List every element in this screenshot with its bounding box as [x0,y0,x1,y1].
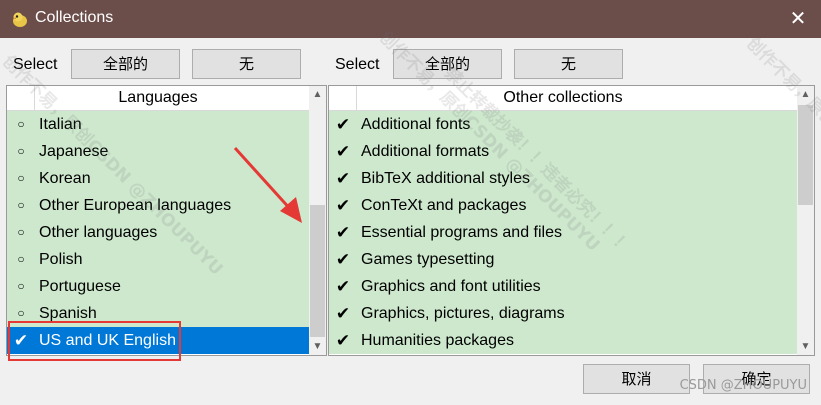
checkmark-icon[interactable]: ✔ [334,273,352,300]
red-arrow-annotation [233,146,302,223]
scroll-thumb[interactable] [310,205,325,337]
list-item[interactable]: ○ Polish [7,246,309,273]
column-separator [356,86,357,110]
scroll-thumb[interactable] [798,105,813,205]
list-item[interactable]: ✔ Graphics, pictures, diagrams [329,300,797,327]
list-item-label: Games typesetting [361,251,495,268]
list-item-label: Graphics and font utilities [361,278,541,295]
circle-icon[interactable]: ○ [12,246,30,273]
list-item[interactable]: ○ Portuguese [7,273,309,300]
window-title: Collections [35,9,114,26]
list-item[interactable]: ○ Italian [7,111,309,138]
list-item[interactable]: ✔ Additional fonts [329,111,797,138]
duck-app-icon [13,12,27,27]
csdn-watermark: CSDN @ZHOUPUYU [679,378,807,393]
scroll-down-arrow-icon[interactable]: ▼ [797,338,814,355]
other-collections-rows: ✔ Additional fonts ✔ Additional formats ✔ Bib… [329,111,797,354]
scroll-down-arrow-icon[interactable]: ▼ [309,338,326,355]
list-item-label: BibTeX additional styles [361,170,530,187]
list-item[interactable]: ✔ Additional formats [329,138,797,165]
other-collections-list[interactable]: Other collections ✔ Additional fonts ✔ Addi… [328,85,815,356]
left-select-all-button[interactable]: 全部的 [71,49,180,79]
checkmark-icon[interactable]: ✔ [334,165,352,192]
checkmark-icon[interactable]: ✔ [334,111,352,138]
other-collections-header[interactable]: Other collections [329,86,797,111]
left-select-label: Select [13,56,58,73]
right-select-all-button[interactable]: 全部的 [393,49,502,79]
column-separator [34,86,35,110]
list-item[interactable]: ✔ Games typesetting [329,246,797,273]
languages-header-label: Languages [118,89,198,106]
circle-icon[interactable]: ○ [12,273,30,300]
list-item[interactable]: ✔ Humanities packages [329,327,797,354]
list-item-label: Additional formats [361,143,490,160]
other-collections-header-label: Other collections [503,89,623,106]
checkmark-icon[interactable]: ✔ [334,300,352,327]
list-item-label: Portuguese [39,278,121,295]
left-select-none-button[interactable]: 无 [192,49,301,79]
scroll-up-arrow-icon[interactable]: ▲ [797,86,814,103]
circle-icon[interactable]: ○ [12,138,30,165]
red-highlight-box [8,321,181,361]
title-bar: Collections ✕ [0,0,821,38]
list-item[interactable]: ✔ ConTeXt and packages [329,192,797,219]
checkmark-icon[interactable]: ✔ [334,192,352,219]
checkmark-icon[interactable]: ✔ [334,219,352,246]
list-item-label: Korean [39,170,91,187]
circle-icon[interactable]: ○ [12,192,30,219]
languages-scrollbar[interactable]: ▲ ▼ [309,86,326,355]
close-icon: ✕ [789,8,807,30]
circle-icon[interactable]: ○ [12,165,30,192]
scroll-up-arrow-icon[interactable]: ▲ [309,86,326,103]
list-item-label: Additional fonts [361,116,471,133]
other-collections-scrollbar[interactable]: ▲ ▼ [797,86,814,355]
languages-header[interactable]: Languages [7,86,309,111]
list-item-label: Other European languages [39,197,232,214]
checkmark-icon[interactable]: ✔ [334,246,352,273]
list-item-label: Graphics, pictures, diagrams [361,305,565,322]
list-item-label: ConTeXt and packages [361,197,527,214]
list-item-label: Italian [39,116,82,133]
circle-icon[interactable]: ○ [12,219,30,246]
right-select-label: Select [335,56,380,73]
list-item[interactable]: ✔ BibTeX additional styles [329,165,797,192]
list-item[interactable]: ✔ Essential programs and files [329,219,797,246]
list-item-label: Essential programs and files [361,224,562,241]
list-item[interactable]: ✔ Graphics and font utilities [329,273,797,300]
list-item-label: Other languages [39,224,158,241]
close-button[interactable]: ✕ [775,0,821,38]
cancel-button[interactable]: 取消 [583,364,690,394]
list-item-label: Polish [39,251,83,268]
list-item-label: Japanese [39,143,109,160]
checkmark-icon[interactable]: ✔ [334,327,352,354]
right-select-none-button[interactable]: 无 [514,49,623,79]
checkmark-icon[interactable]: ✔ [334,138,352,165]
circle-icon[interactable]: ○ [12,111,30,138]
list-item-label: Humanities packages [361,332,514,349]
